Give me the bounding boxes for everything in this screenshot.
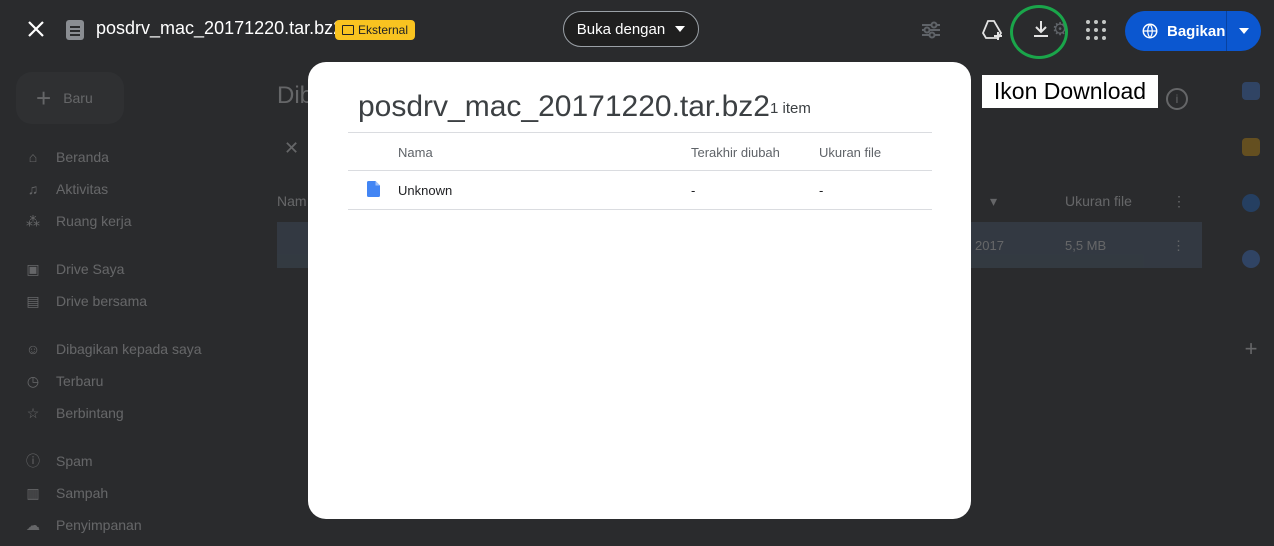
nav-label: Drive Saya: [56, 261, 125, 277]
bg-row-date: 2017: [975, 238, 1004, 253]
nav-item-starred[interactable]: ☆ Berbintang: [24, 404, 124, 422]
globe-icon: [1142, 23, 1158, 39]
my-drive-icon: ▣: [26, 261, 40, 277]
share-label: Bagikan: [1167, 22, 1226, 40]
row-divider: [348, 209, 932, 210]
add-to-drive-icon[interactable]: [980, 18, 1004, 42]
nav-item-my-drive[interactable]: ▣ Drive Saya: [24, 260, 124, 278]
download-callout-label: Ikon Download: [982, 75, 1158, 108]
nav-label: Drive bersama: [56, 293, 148, 309]
file-row-name[interactable]: Unknown: [398, 183, 452, 198]
column-header-size: Ukuran file: [819, 145, 882, 160]
file-row-modified: -: [691, 183, 696, 198]
caret-down-icon: [675, 26, 686, 32]
external-tag-icon: [342, 25, 354, 35]
new-button[interactable]: + Baru: [16, 72, 124, 124]
nav-item-home[interactable]: ⌂ Beranda: [24, 148, 109, 166]
trash-icon: ▥: [26, 485, 40, 501]
header-divider-bottom: [348, 170, 932, 171]
new-button-label: Baru: [63, 90, 93, 106]
external-badge-label: Eksternal: [358, 23, 409, 37]
keep-icon[interactable]: [1242, 138, 1260, 156]
download-highlight-circle: [1010, 5, 1068, 59]
spam-icon: ⓘ: [26, 453, 40, 469]
document-icon: [367, 181, 380, 197]
nav-label: Penyimpanan: [56, 517, 142, 533]
file-title: posdrv_mac_20171220.tar.bz2: [96, 18, 344, 38]
clear-filter-icon[interactable]: ✕: [284, 138, 299, 159]
close-icon[interactable]: [24, 17, 48, 41]
calendar-icon[interactable]: [1242, 82, 1260, 100]
nav-item-activity[interactable]: ♫ Aktivitas: [24, 180, 108, 198]
nav-item-trash[interactable]: ▥ Sampah: [24, 484, 108, 502]
add-addon-icon[interactable]: +: [1242, 338, 1260, 360]
people-icon: ☺: [25, 341, 41, 357]
header-divider-top: [348, 132, 932, 133]
nav-item-storage[interactable]: ☁ Penyimpanan: [24, 516, 142, 534]
share-dropdown-button[interactable]: [1227, 11, 1261, 51]
row-more-icon[interactable]: ⋮: [1172, 238, 1185, 254]
column-header-modified: Terakhir diubah: [691, 145, 780, 160]
column-header-name: Nama: [398, 145, 433, 160]
bell-icon: ♫: [27, 181, 39, 197]
settings-sliders-icon[interactable]: [919, 18, 943, 42]
bg-col-size[interactable]: Ukuran file: [1065, 193, 1132, 209]
bg-row-size: 5,5 MB: [1065, 238, 1107, 253]
nav-item-shared-with-me[interactable]: ☺ Dibagikan kepada saya: [24, 340, 202, 358]
shared-drive-icon: ▤: [26, 293, 40, 309]
preview-toolbar: posdrv_mac_20171220.tar.bz2 Eksternal Bu…: [0, 0, 1274, 60]
open-with-button[interactable]: Buka dengan: [563, 11, 699, 47]
nav-item-spam[interactable]: ⓘ Spam: [24, 452, 93, 470]
chevron-down-icon: [1239, 28, 1249, 34]
nav-label: Berbintang: [56, 405, 124, 421]
cloud-icon: ☁: [26, 517, 40, 533]
clock-icon: ◷: [26, 373, 40, 389]
nav-item-recent[interactable]: ◷ Terbaru: [24, 372, 104, 390]
tasks-icon[interactable]: [1242, 194, 1260, 212]
star-icon: ☆: [26, 405, 40, 421]
home-icon: ⌂: [28, 149, 38, 165]
bg-col-name[interactable]: Nam: [277, 193, 307, 209]
share-button[interactable]: Bagikan: [1125, 11, 1226, 51]
nav-label: Terbaru: [56, 373, 104, 389]
external-badge: Eksternal: [335, 20, 416, 40]
column-more-icon[interactable]: ⋮: [1172, 193, 1186, 210]
open-with-label: Buka dengan: [576, 20, 666, 38]
nav-item-workspaces[interactable]: ⁂ Ruang kerja: [24, 212, 132, 230]
nav-item-shared-drives[interactable]: ▤ Drive bersama: [24, 292, 147, 310]
archive-title: posdrv_mac_20171220.tar.bz2: [358, 90, 770, 123]
sort-arrow-icon[interactable]: ▾: [990, 193, 997, 210]
nav-label: Ruang kerja: [56, 213, 132, 229]
nav-label: Spam: [56, 453, 93, 469]
contacts-icon[interactable]: [1242, 250, 1260, 268]
workspaces-icon: ⁂: [26, 213, 40, 229]
file-icon: [66, 20, 84, 40]
file-row-size: -: [819, 183, 824, 198]
item-count: 1 item: [770, 100, 811, 117]
nav-label: Beranda: [56, 149, 109, 165]
share-button-group: Bagikan: [1125, 11, 1261, 51]
apps-grid-icon[interactable]: [1086, 20, 1106, 40]
help-icon[interactable]: i: [1166, 88, 1188, 110]
nav-label: Dibagikan kepada saya: [56, 341, 202, 357]
archive-preview-dialog: posdrv_mac_20171220.tar.bz2 1 item Nama …: [308, 62, 971, 519]
nav-label: Aktivitas: [56, 181, 109, 197]
plus-icon: +: [36, 83, 52, 113]
nav-label: Sampah: [56, 485, 109, 501]
